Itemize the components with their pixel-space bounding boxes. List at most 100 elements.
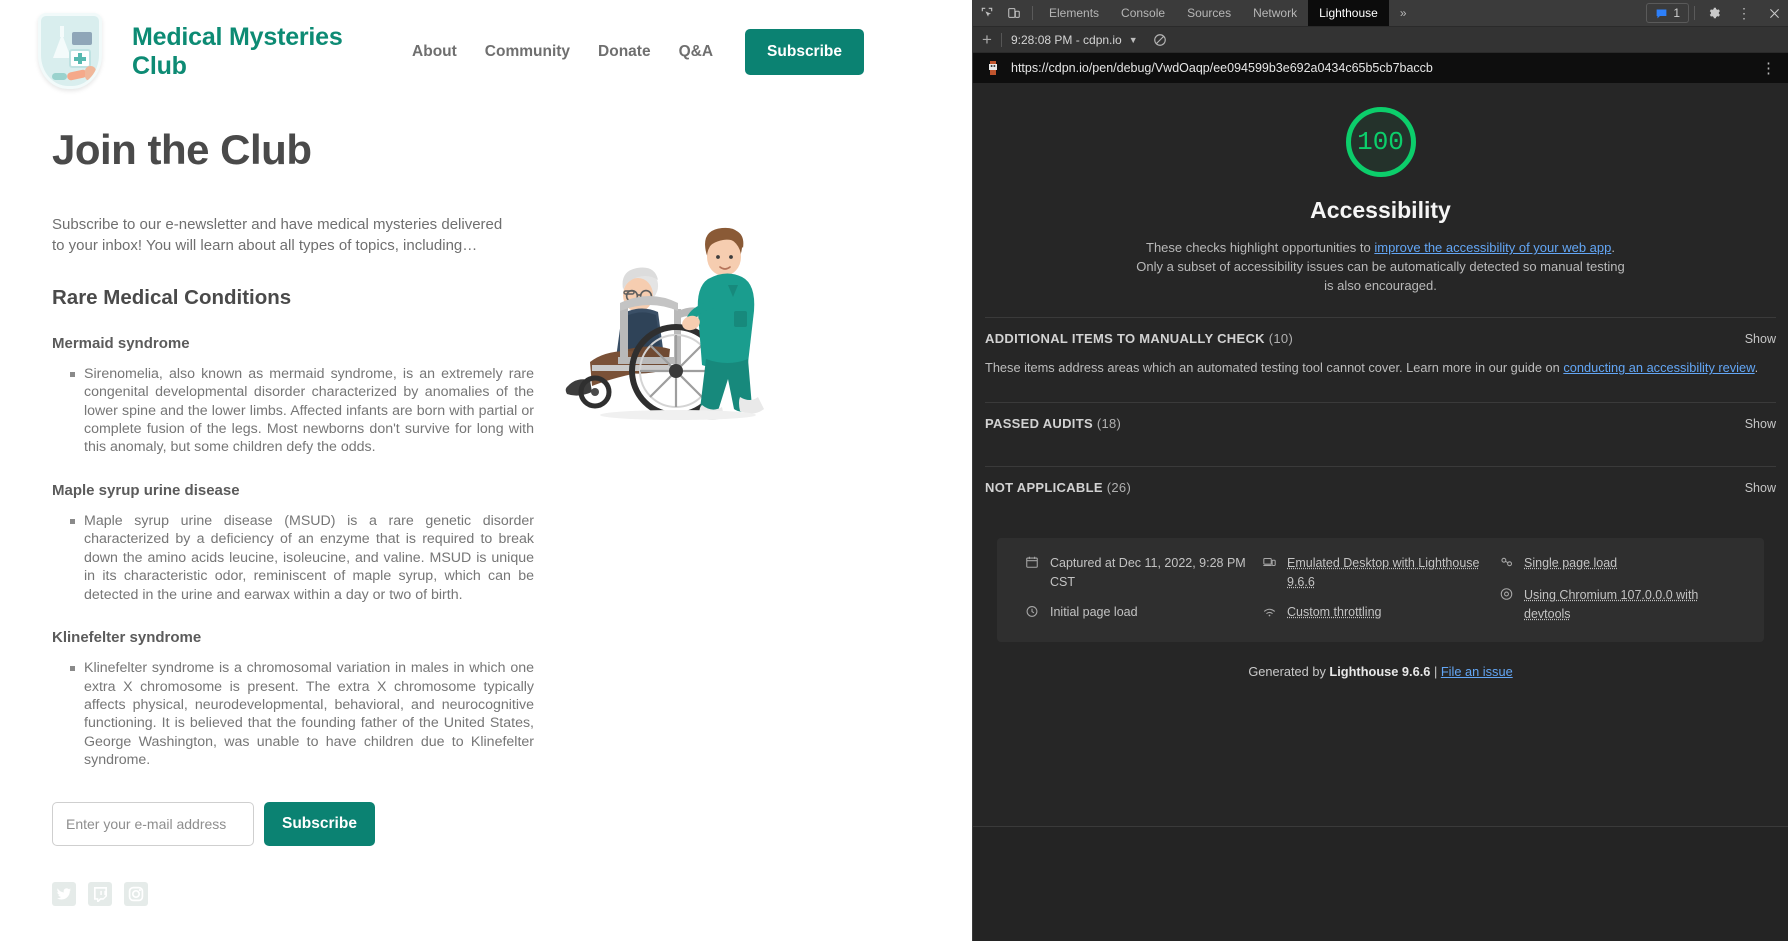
metadata-column-2: Emulated Desktop with Lighthouse 9.6.6 C…	[1262, 554, 1499, 623]
nav-item-donate[interactable]: Donate	[584, 43, 665, 61]
condition-list-mermaid: Sirenomelia, also known as mermaid syndr…	[70, 365, 534, 457]
run-label: 9:28:08 PM - cdpn.io	[1011, 33, 1122, 47]
tab-sources[interactable]: Sources	[1176, 0, 1242, 26]
web-page-pane: Medical Mysteries Club About Community D…	[0, 0, 972, 941]
twitter-icon[interactable]	[52, 882, 76, 906]
report-description: These checks highlight opportunities to …	[1135, 238, 1627, 295]
clear-all-icon[interactable]	[1153, 33, 1167, 47]
accessibility-score-ring: 100	[1346, 107, 1416, 177]
list-item: Sirenomelia, also known as mermaid syndr…	[70, 365, 534, 457]
chrome-icon	[1499, 555, 1515, 575]
kebab-menu-icon[interactable]: ⋮	[1727, 0, 1761, 26]
inspect-element-icon[interactable]	[973, 0, 1000, 26]
metadata-throttling-link[interactable]: Custom throttling	[1287, 603, 1381, 624]
tab-network[interactable]: Network	[1242, 0, 1308, 26]
manual-checks-note: These items address areas which an autom…	[985, 359, 1776, 380]
timer-icon	[1025, 604, 1041, 624]
issues-count: 1	[1673, 6, 1680, 20]
condition-list-klinefelter: Klinefelter syndrome is a chromosomal va…	[70, 659, 534, 770]
nav-item-qa[interactable]: Q&A	[665, 43, 727, 61]
plus-icon[interactable]: +	[973, 31, 1001, 48]
footer-separator: |	[1430, 664, 1440, 679]
site-header: Medical Mysteries Club About Community D…	[0, 0, 972, 104]
file-an-issue-link[interactable]: File an issue	[1441, 664, 1513, 679]
site-title[interactable]: Medical Mysteries Club	[132, 23, 398, 81]
accessibility-score: 100	[1357, 127, 1404, 157]
section-toggle-manual[interactable]: Show	[1745, 332, 1776, 346]
lighthouse-report: 100 Accessibility These checks highlight…	[973, 83, 1788, 826]
footer-brand: Lighthouse 9.6.6	[1329, 664, 1430, 679]
run-selector[interactable]: 9:28:08 PM - cdpn.io ▼	[1002, 33, 1147, 47]
nav-subscribe-button[interactable]: Subscribe	[745, 29, 864, 75]
main-nav: About Community Donate Q&A Subscribe	[398, 29, 972, 75]
section-passed-audits[interactable]: PASSED AUDITS (18) Show	[985, 402, 1776, 444]
condition-title-klinefelter: Klinefelter syndrome	[52, 629, 518, 646]
device-toolbar-icon[interactable]	[1000, 0, 1027, 26]
issues-message-icon	[1655, 7, 1668, 20]
twitch-icon[interactable]	[88, 882, 112, 906]
metadata-column-3: Single page load Using Chromium 107.0.0.…	[1499, 554, 1736, 623]
nurse-wheelchair-illustration	[528, 199, 828, 459]
devtools-bottom-strip	[973, 826, 1788, 941]
section-title: Rare Medical Conditions	[52, 286, 518, 310]
section-toggle-na[interactable]: Show	[1745, 481, 1776, 495]
list-item: Maple syrup urine disease (MSUD) is a ra…	[70, 512, 534, 604]
footer-prefix: Generated by	[1248, 664, 1329, 679]
list-item: Klinefelter syndrome is a chromosomal va…	[70, 659, 534, 770]
cdpn-favicon	[985, 59, 1001, 77]
accessibility-guide-link[interactable]: improve the accessibility of your web ap…	[1374, 240, 1611, 255]
section-title-passed: PASSED AUDITS	[985, 416, 1093, 431]
condition-title-mermaid: Mermaid syndrome	[52, 335, 518, 352]
section-not-applicable[interactable]: NOT APPLICABLE (26) Show	[985, 466, 1776, 508]
form-subscribe-button[interactable]: Subscribe	[264, 802, 375, 846]
report-metadata: Captured at Dec 11, 2022, 9:28 PM CST In…	[997, 538, 1764, 641]
report-options-icon[interactable]: ⋮	[1761, 61, 1776, 76]
social-links	[52, 882, 518, 906]
report-category-title: Accessibility	[973, 197, 1788, 224]
metadata-emulation: Emulated Desktop with Lighthouse 9.6.6	[1262, 554, 1499, 592]
tab-lighthouse[interactable]: Lighthouse	[1308, 0, 1389, 26]
metadata-captured-text: Captured at Dec 11, 2022, 9:28 PM CST	[1050, 554, 1262, 592]
tabs-overflow-button[interactable]: »	[1389, 0, 1418, 26]
page-content: Join the Club Subscribe to our e-newslet…	[0, 104, 972, 906]
instagram-icon[interactable]	[124, 882, 148, 906]
accessibility-review-link[interactable]: conducting an accessibility review	[1563, 360, 1754, 375]
tab-console[interactable]: Console	[1110, 0, 1176, 26]
throttling-icon	[1262, 604, 1278, 624]
content-column: Join the Club Subscribe to our e-newslet…	[32, 104, 518, 906]
metadata-page-load: Initial page load	[1025, 603, 1262, 624]
report-url-bar: https://cdpn.io/pen/debug/VwdOaqp/ee0945…	[973, 53, 1788, 83]
metadata-emulation-link[interactable]: Emulated Desktop with Lighthouse 9.6.6	[1287, 554, 1499, 592]
metadata-channel-link[interactable]: Single page load	[1524, 554, 1617, 575]
email-field[interactable]	[52, 802, 254, 846]
tab-elements[interactable]: Elements	[1038, 0, 1110, 26]
page-title: Join the Club	[52, 126, 518, 174]
medical-shield-logo-icon[interactable]	[32, 7, 110, 97]
metadata-useragent-link[interactable]: Using Chromium 107.0.0.0 with devtools	[1524, 586, 1736, 624]
metadata-throttling: Custom throttling	[1262, 603, 1499, 624]
close-icon[interactable]	[1761, 0, 1788, 26]
chevron-down-icon: ▼	[1129, 35, 1138, 45]
note-text-1: These items address areas which an autom…	[985, 360, 1563, 375]
gear-icon[interactable]	[1700, 0, 1727, 26]
issues-badge[interactable]: 1	[1646, 3, 1689, 23]
section-toggle-passed[interactable]: Show	[1745, 417, 1776, 431]
desc-text-1: These checks highlight opportunities to	[1146, 240, 1374, 255]
intro-paragraph: Subscribe to our e-newsletter and have m…	[52, 214, 514, 257]
metadata-captured: Captured at Dec 11, 2022, 9:28 PM CST	[1025, 554, 1262, 592]
calendar-icon	[1025, 555, 1041, 592]
nav-item-community[interactable]: Community	[471, 43, 584, 61]
condition-title-msud: Maple syrup urine disease	[52, 482, 518, 499]
report-footer: Generated by Lighthouse 9.6.6 | File an …	[973, 664, 1788, 679]
section-title-na: NOT APPLICABLE	[985, 480, 1103, 495]
metadata-channel: Single page load	[1499, 554, 1736, 575]
section-manual-checks[interactable]: ADDITIONAL ITEMS TO MANUALLY CHECK (10) …	[985, 317, 1776, 359]
toolbar-divider-2	[1694, 6, 1695, 20]
condition-list-msud: Maple syrup urine disease (MSUD) is a ra…	[70, 512, 534, 604]
note-text-2: .	[1755, 360, 1759, 375]
report-url[interactable]: https://cdpn.io/pen/debug/VwdOaqp/ee0945…	[1011, 61, 1433, 75]
lighthouse-subbar: + 9:28:08 PM - cdpn.io ▼	[973, 27, 1788, 53]
nav-item-about[interactable]: About	[398, 43, 471, 61]
toolbar-divider	[1032, 6, 1033, 20]
section-count-passed: (18)	[1097, 416, 1121, 431]
